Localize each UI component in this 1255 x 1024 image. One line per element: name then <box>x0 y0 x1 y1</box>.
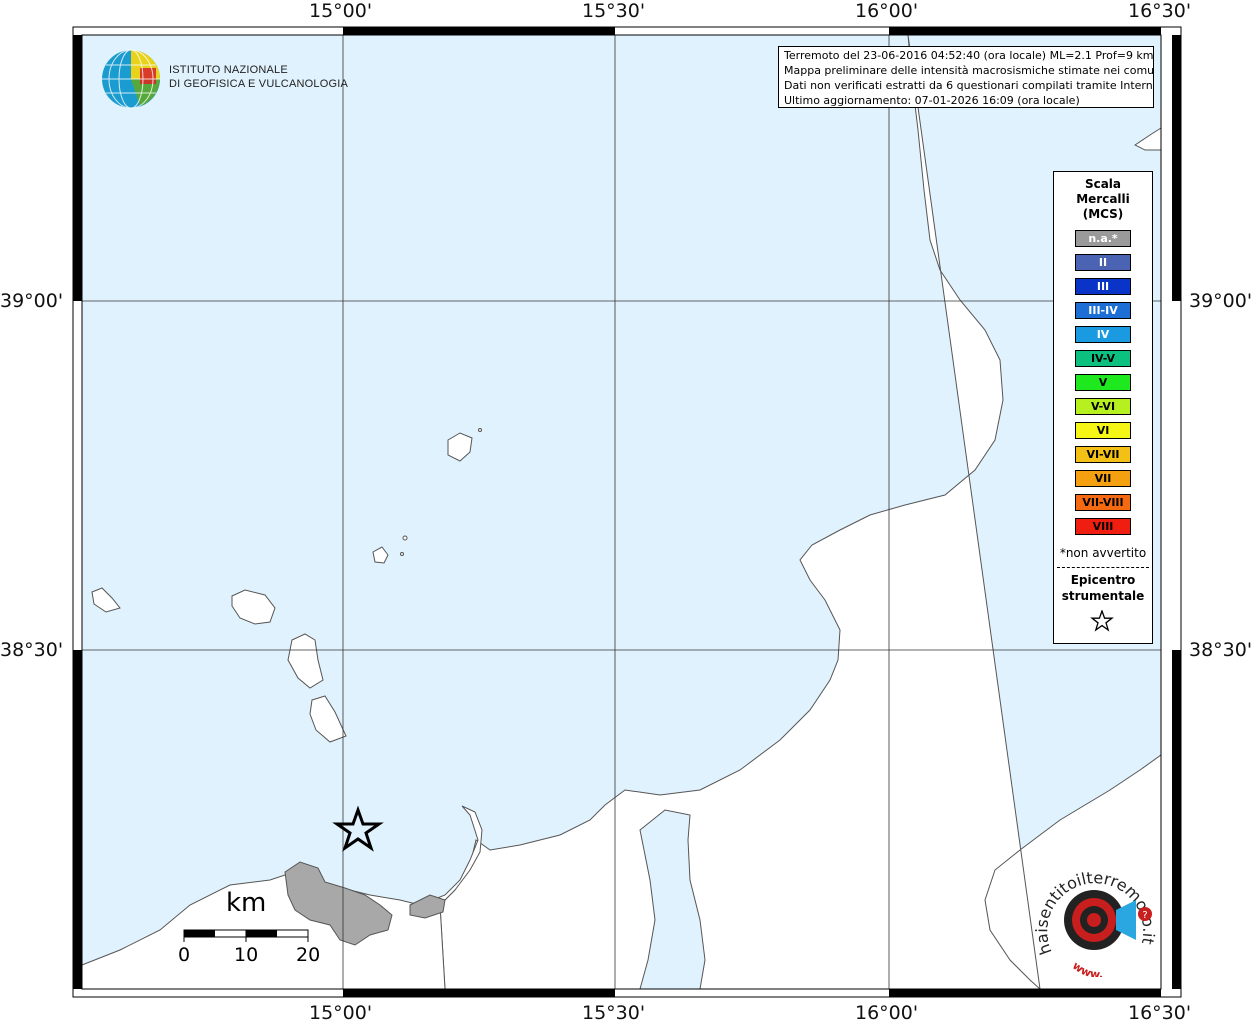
event-info-line1: Terremoto del 23-06-2016 04:52:40 (ora l… <box>784 49 1154 62</box>
svg-text:?: ? <box>1142 910 1147 921</box>
lon-label-bottom-3: 16°00' <box>855 1002 919 1024</box>
legend-title-line2: Mercalli <box>1076 192 1130 206</box>
legend-swatch: n.a.* <box>1075 230 1131 247</box>
legend-title-line3: (MCS) <box>1082 207 1124 221</box>
legend-swatch: VI-VII <box>1075 446 1131 463</box>
legend-separator <box>1057 567 1149 568</box>
scale-bar-graphic <box>183 929 309 942</box>
legend-swatch: VII-VIII <box>1075 494 1131 511</box>
islet-2 <box>402 535 408 541</box>
lon-label-top-4: 16°30' <box>1128 0 1192 22</box>
haisentito-logo: haisentitoilterremoto.it www. ? <box>1032 868 1158 977</box>
legend-swatch: VII <box>1075 470 1131 487</box>
lon-label-top-1: 15°00' <box>309 0 373 22</box>
legend-swatch: IV-V <box>1075 350 1131 367</box>
ingv-globe-icon <box>102 49 160 109</box>
legend-note: *non avvertito <box>1059 546 1147 560</box>
ingv-name-line2: DI GEOFISICA E VULCANOLOGIA <box>169 78 348 90</box>
scale-unit: km <box>226 888 267 918</box>
legend-swatch: IV <box>1075 326 1131 343</box>
legend-swatch: VIII <box>1075 518 1131 535</box>
legend-swatch: VI <box>1075 422 1131 439</box>
legend-star-icon <box>1090 610 1114 632</box>
event-info-line2: Mappa preliminare delle intensità macros… <box>784 64 1154 77</box>
legend-swatch: V-VI <box>1075 398 1131 415</box>
lon-label-top-2: 15°30' <box>582 0 646 22</box>
lon-label-bottom-1: 15°00' <box>309 1002 373 1024</box>
lon-label-bottom-2: 15°30' <box>582 1002 646 1024</box>
legend-title-line1: Scala <box>1084 177 1122 191</box>
scale-tick-20: 20 <box>296 944 321 966</box>
legend-epicentre-line1: Epicentro <box>1070 573 1136 587</box>
islet-3 <box>400 552 404 556</box>
legend-swatch: V <box>1075 374 1131 391</box>
event-info-line3: Dati non verificati estratti da 6 questi… <box>784 79 1154 92</box>
lon-label-top-3: 16°00' <box>855 0 919 22</box>
lat-label-right-1: 39°00' <box>1189 290 1253 312</box>
islet-1 <box>478 428 482 432</box>
ingv-name-line1: ISTITUTO NAZIONALE <box>169 64 288 76</box>
lat-label-left-1: 39°00' <box>0 290 64 312</box>
event-info-box: Terremoto del 23-06-2016 04:52:40 (ora l… <box>778 46 1154 108</box>
lat-label-right-2: 38°30' <box>1189 639 1253 661</box>
legend-swatch: II <box>1075 254 1131 271</box>
scale-tick-10: 10 <box>234 944 259 966</box>
lon-label-bottom-4: 16°30' <box>1128 1002 1192 1024</box>
legend-swatch: III-IV <box>1075 302 1131 319</box>
scale-bar: km 0 10 20 <box>170 888 330 968</box>
event-info-line4: Ultimo aggiornamento: 07-01-2026 16:09 (… <box>784 94 1080 107</box>
lat-label-left-2: 38°30' <box>0 639 64 661</box>
legend-title: Scala Mercalli (MCS) <box>1054 177 1152 222</box>
mcs-legend: Scala Mercalli (MCS) n.a.* II III III-IV IV I… <box>1053 171 1153 644</box>
haisentito-www: www. <box>1070 959 1103 977</box>
legend-epicentre-line2: strumentale <box>1061 589 1145 603</box>
legend-swatch: III <box>1075 278 1131 295</box>
svg-text:www.: www. <box>1070 959 1103 977</box>
scale-tick-0: 0 <box>178 944 191 966</box>
legend-epicentre-label: Epicentro strumentale <box>1054 572 1152 604</box>
